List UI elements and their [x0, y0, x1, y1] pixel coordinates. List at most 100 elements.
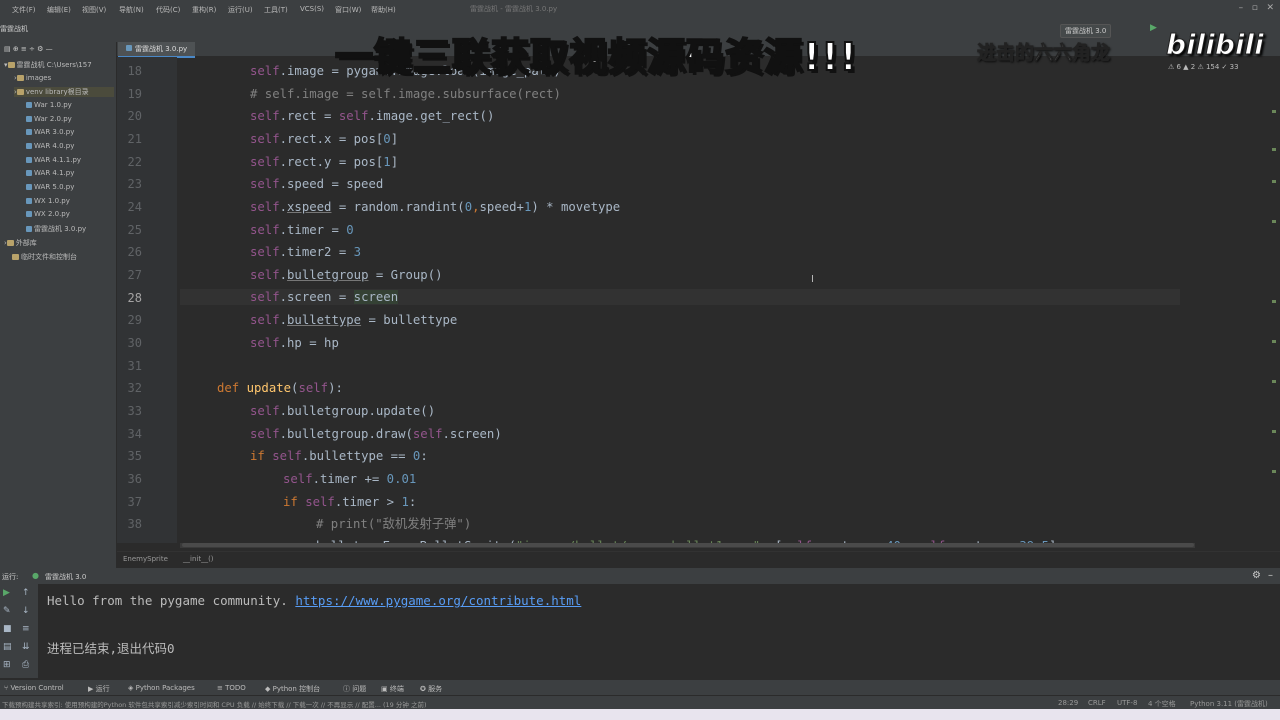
line-number: 21: [127, 132, 142, 146]
editor-tab-active[interactable]: 雷霆战机 3.0.py: [118, 42, 196, 58]
scrollbar-thumb[interactable]: [182, 543, 1194, 547]
line-number-gutter: 18 19 20 21 22 23 24 25 26 27 28 29 30 3…: [117, 57, 177, 543]
line-separator[interactable]: CRLF: [1088, 699, 1106, 707]
pin-icon[interactable]: ⊞: [3, 660, 11, 670]
menu-edit[interactable]: 编辑(E): [47, 5, 71, 15]
menu-window[interactable]: 窗口(W): [335, 5, 361, 15]
line-number: 37: [127, 495, 142, 509]
tool-version-control[interactable]: ⑂ Version Control: [4, 684, 64, 692]
tree-item[interactable]: WAR 5.0.py: [26, 183, 74, 191]
maximize-icon[interactable]: ▫: [1252, 3, 1258, 13]
window-controls[interactable]: – ▫ ✕: [1239, 3, 1274, 13]
code-line: self.rect.y = pos[1]: [250, 155, 399, 169]
warning-mark[interactable]: [1272, 220, 1276, 223]
tree-item[interactable]: WAR 4.1.py: [26, 169, 74, 177]
python-interpreter[interactable]: Python 3.11 (雷霆战机): [1190, 699, 1268, 709]
line-number: 29: [127, 313, 142, 327]
menu-help[interactable]: 帮助(H): [371, 5, 396, 15]
run-panel-toolbar: ▶ ↑ ✎ ↓ ■ ≡ ▤ ⇊ ⊞ ⎙: [0, 584, 38, 678]
scroll-end-icon[interactable]: ⇊: [22, 642, 30, 652]
line-number: 33: [127, 404, 142, 418]
code-line: self.timer += 0.01: [283, 472, 417, 486]
line-number-current: 28: [127, 291, 142, 305]
project-toolbar-icons[interactable]: ▤ ⊕ ≡ ÷ ⚙ —: [4, 45, 53, 53]
menu-code[interactable]: 代码(C): [156, 5, 180, 15]
run-config-select[interactable]: 雷霆战机 3.0: [1060, 24, 1112, 38]
layout-icon[interactable]: ▤: [3, 642, 12, 652]
menu-refactor[interactable]: 重构(R): [192, 5, 216, 15]
file-encoding[interactable]: UTF-8: [1117, 699, 1137, 707]
warning-mark[interactable]: [1272, 180, 1276, 183]
breadcrumb-method[interactable]: __init__(): [183, 555, 214, 563]
warning-mark[interactable]: [1272, 340, 1276, 343]
menu-file[interactable]: 文件(F): [12, 5, 36, 15]
status-message[interactable]: 下载预构建共享索引: 使用预构建的Python 软件包共享索引减少索引时间和 C…: [2, 699, 427, 709]
tool-problems[interactable]: ⓘ 问题: [343, 684, 366, 694]
tool-python-console[interactable]: ◆ Python 控制台: [265, 684, 320, 694]
menu-vcs[interactable]: VCS(S): [300, 5, 324, 13]
tree-item[interactable]: WX 2.0.py: [26, 210, 70, 218]
warning-mark[interactable]: [1272, 470, 1276, 473]
print-icon[interactable]: ⎙: [22, 660, 29, 670]
tree-item[interactable]: 雷霆战机 3.0.py: [26, 224, 86, 234]
gear-icon[interactable]: ⚙: [1252, 570, 1261, 581]
tree-item[interactable]: 临时文件和控制台: [12, 252, 77, 262]
tree-item[interactable]: › images: [14, 74, 51, 82]
tree-item[interactable]: WAR 4.1.1.py: [26, 156, 81, 164]
tree-item[interactable]: › 外部库: [4, 238, 37, 248]
tree-item[interactable]: WX 1.0.py: [26, 197, 70, 205]
code-line-current: self.screen = screen: [180, 289, 1180, 305]
scratch-icon: [12, 254, 19, 260]
tree-item[interactable]: ▾ 雷霆战机 C:\Users\157: [4, 60, 92, 70]
python-file-icon: [26, 211, 32, 217]
python-file-icon: [26, 198, 32, 204]
code-line: self.xspeed = random.randint(0,speed+1) …: [250, 200, 621, 214]
minimize-icon[interactable]: –: [1239, 3, 1244, 13]
list-icon: ≡: [217, 684, 226, 692]
run-panel-config[interactable]: 雷霆战机 3.0: [45, 572, 86, 582]
python-file-icon: [26, 170, 32, 176]
rerun-icon[interactable]: ▶: [3, 588, 10, 598]
menu-view[interactable]: 视图(V): [82, 5, 106, 15]
warning-mark[interactable]: [1272, 110, 1276, 113]
warning-mark[interactable]: [1272, 300, 1276, 303]
project-crumb[interactable]: 雷霆战机: [0, 24, 28, 34]
line-number: 27: [127, 268, 142, 282]
caret-position[interactable]: 28:29: [1058, 699, 1078, 707]
output-link[interactable]: https://www.pygame.org/contribute.html: [295, 593, 581, 608]
arrow-down-icon[interactable]: ↓: [22, 606, 30, 616]
tool-terminal[interactable]: ▣ 终端: [381, 684, 404, 694]
tool-todo[interactable]: ≡ TODO: [217, 684, 246, 692]
close-icon[interactable]: ✕: [1266, 3, 1274, 13]
minimize-panel-icon[interactable]: –: [1268, 570, 1273, 581]
tool-services[interactable]: ✪ 服务: [420, 684, 442, 694]
tree-item[interactable]: WAR 3.0.py: [26, 128, 74, 136]
arrow-up-icon[interactable]: ↑: [22, 588, 30, 598]
line-number: 34: [127, 427, 142, 441]
warning-mark[interactable]: [1272, 148, 1276, 151]
tree-item[interactable]: War 1.0.py: [26, 101, 72, 109]
wrench-icon[interactable]: ✎: [3, 606, 11, 616]
code-line: self.bulletgroup.update(): [250, 404, 436, 418]
soft-wrap-icon[interactable]: ≡: [22, 624, 30, 634]
menu-run[interactable]: 运行(U): [228, 5, 253, 15]
tool-run[interactable]: ▶ 运行: [88, 684, 110, 694]
code-line: if self.timer > 1:: [283, 495, 417, 509]
tool-python-packages[interactable]: ◈ Python Packages: [128, 684, 195, 692]
warning-mark[interactable]: [1272, 380, 1276, 383]
breadcrumb-class[interactable]: EnemySprite: [123, 555, 168, 563]
tree-item[interactable]: WAR 4.0.py: [26, 142, 74, 150]
tree-item[interactable]: War 2.0.py: [26, 115, 72, 123]
code-editor[interactable]: self.image = pygame.image.load(image_pat…: [180, 57, 1180, 543]
menu-tools[interactable]: 工具(T): [264, 5, 288, 15]
run-icon[interactable]: ▶: [1150, 23, 1157, 33]
warning-mark[interactable]: [1272, 430, 1276, 433]
stop-icon[interactable]: ■: [3, 624, 12, 634]
run-output[interactable]: Hello from the pygame community. https:/…: [38, 584, 1280, 678]
breadcrumb: EnemySprite __init__(): [117, 551, 1280, 566]
chevron-down-icon: ▾: [4, 61, 8, 69]
indent-setting[interactable]: 4 个空格: [1148, 699, 1176, 709]
menu-navigate[interactable]: 导航(N): [119, 5, 144, 15]
channel-name: 进击的六六角龙: [977, 42, 1111, 65]
tree-item[interactable]: › venv library根目录: [14, 87, 114, 97]
